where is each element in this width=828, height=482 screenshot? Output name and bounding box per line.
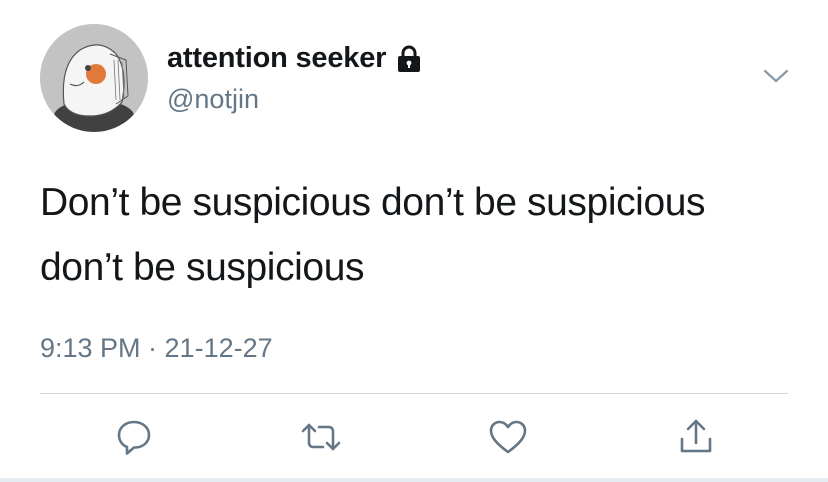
author-name-row: attention seeker — [167, 42, 422, 75]
divider — [40, 393, 788, 394]
avatar[interactable] — [40, 24, 148, 132]
reply-button[interactable] — [111, 414, 157, 460]
retweet-button[interactable] — [298, 414, 344, 460]
share-button[interactable] — [673, 414, 719, 460]
chevron-down-icon[interactable] — [762, 66, 790, 86]
tweet-timestamp[interactable]: 9:13 PM · 21-12-27 — [40, 333, 273, 364]
author-handle[interactable]: @notjin — [167, 84, 259, 115]
action-bar — [0, 414, 828, 460]
retweet-icon — [301, 423, 341, 451]
bottom-divider — [0, 478, 828, 482]
lock-icon — [396, 44, 422, 74]
display-name[interactable]: attention seeker — [167, 42, 386, 75]
share-icon — [680, 419, 712, 453]
like-button[interactable] — [485, 414, 531, 460]
heart-icon — [489, 420, 527, 454]
reply-icon — [117, 420, 151, 455]
tweet-text: Don’t be suspicious don’t be suspicious … — [40, 181, 706, 289]
